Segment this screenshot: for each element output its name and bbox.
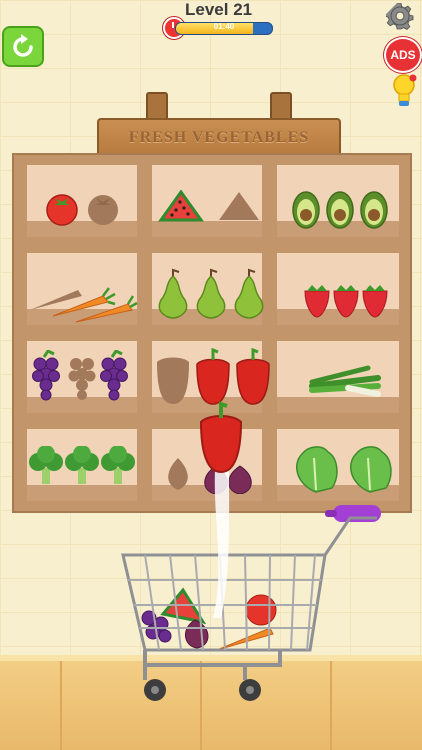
watermelon-item[interactable]: [158, 190, 204, 224]
grapes-group[interactable]: [30, 350, 134, 402]
bell-pepper-group[interactable]: [153, 348, 273, 406]
shelf-sign: FRESH VEGETABLES: [97, 118, 341, 158]
ads-button[interactable]: ADS: [384, 37, 422, 73]
level-title: Level 21: [185, 0, 253, 19]
restart-button[interactable]: [2, 26, 44, 67]
green-onion-item[interactable]: [308, 362, 383, 398]
watermelon-silhouette: [219, 192, 259, 220]
floor-tile: [60, 661, 62, 750]
held-bell-pepper[interactable]: [195, 400, 255, 620]
carrot-group[interactable]: [28, 282, 138, 324]
timer-bar: 01:40: [175, 22, 273, 35]
strawberry-group[interactable]: [303, 283, 389, 319]
restart-icon: [13, 33, 33, 57]
broccoli-group[interactable]: [28, 446, 138, 486]
lightbulb-icon[interactable]: [393, 74, 417, 108]
pear-group[interactable]: [155, 268, 270, 320]
gear-icon[interactable]: [386, 3, 414, 31]
avocado-group[interactable]: [290, 188, 390, 230]
tomato-item[interactable]: [44, 190, 80, 226]
lettuce-group[interactable]: [292, 444, 392, 494]
timer-text: 01:40: [213, 22, 235, 31]
tomato-silhouette: [88, 195, 118, 225]
